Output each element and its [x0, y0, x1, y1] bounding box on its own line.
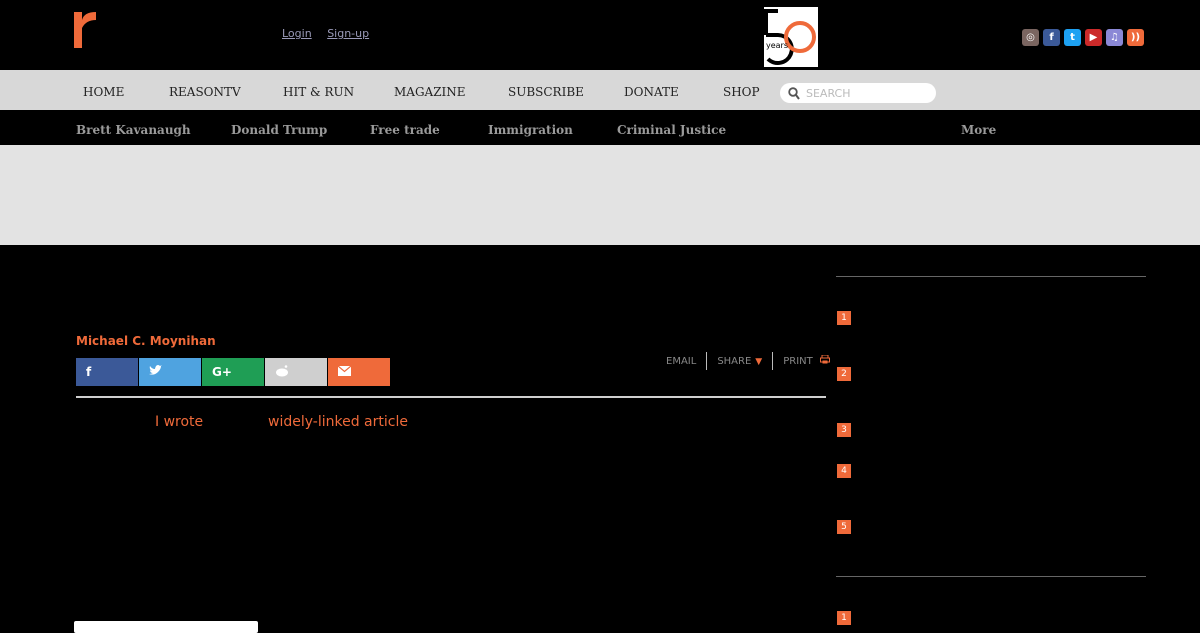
divider [772, 352, 774, 370]
nav-hit-and-run[interactable]: HIT & RUN [283, 85, 354, 99]
search-input[interactable]: SEARCH [780, 83, 936, 103]
search-icon [788, 86, 800, 105]
nav-donate[interactable]: DONATE [624, 85, 679, 99]
twitter-icon [149, 365, 162, 379]
nav-reasontv[interactable]: REASONTV [169, 85, 241, 99]
topic-link[interactable]: Free trade [370, 123, 440, 137]
itunes-icon[interactable]: ♫ [1106, 29, 1123, 46]
print-label: PRINT [783, 356, 813, 367]
signup-link[interactable]: Sign-up [327, 27, 369, 40]
main-nav: HOME REASONTV HIT & RUN MAGAZINE SUBSCRI… [0, 70, 1200, 110]
topic-link[interactable]: Criminal Justice [617, 123, 726, 137]
share-dropdown[interactable]: SHARE ▼ [717, 356, 762, 367]
sidebar-rank-badge: 5 [837, 520, 851, 534]
twitter-share-button[interactable] [139, 358, 201, 386]
facebook-icon[interactable]: f [1043, 29, 1060, 46]
top-bar: Login Sign-up years ◎ f t ▶ ♫)) [0, 0, 1200, 70]
sidebar-rank-badge: 4 [837, 464, 851, 478]
google-plus-share-button[interactable]: G+ [202, 358, 264, 386]
author-byline[interactable]: Michael C. Moynihan [76, 334, 216, 348]
share-buttons: f G+ [76, 358, 391, 386]
article-tools: EMAIL SHARE ▼ PRINT [666, 352, 830, 370]
sidebar-divider [836, 576, 1146, 577]
share-label: SHARE [717, 355, 752, 367]
sidebar-rank-badge: 1 [837, 611, 851, 625]
print-link[interactable]: PRINT [783, 354, 830, 367]
sidebar-rank-badge: 3 [837, 423, 851, 437]
youtube-icon[interactable]: ▶ [1085, 29, 1102, 46]
nav-magazine[interactable]: MAGAZINE [394, 85, 466, 99]
reddit-icon [275, 364, 289, 380]
nav-subscribe[interactable]: SUBSCRIBE [508, 85, 584, 99]
nav-home[interactable]: HOME [83, 85, 124, 99]
topic-link[interactable]: Donald Trump [231, 123, 327, 137]
topic-more-link[interactable]: More [961, 123, 996, 137]
article-link[interactable]: widely-linked article [268, 414, 408, 430]
topic-bar: Brett Kavanaugh Donald Trump Free trade … [0, 110, 1200, 145]
sidebar-rank-badge: 2 [837, 367, 851, 381]
twitter-icon[interactable]: t [1064, 29, 1081, 46]
facebook-share-button[interactable]: f [76, 358, 138, 386]
envelope-icon [337, 365, 352, 379]
anniversary-badge[interactable]: years [764, 7, 818, 67]
sidebar-divider [836, 276, 1146, 277]
printer-icon [819, 354, 830, 367]
sidebar-rank-badge: 1 [837, 311, 851, 325]
google-plus-icon: G+ [212, 365, 232, 379]
ad-banner [0, 145, 1200, 245]
divider [706, 352, 708, 370]
facebook-icon: f [86, 365, 92, 379]
rss-icon[interactable]: )) [1127, 29, 1144, 46]
nav-shop[interactable]: SHOP [723, 85, 760, 99]
social-links: ◎ f t ▶ ♫)) [1022, 29, 1144, 46]
article-divider [76, 396, 826, 398]
instagram-icon[interactable]: ◎ [1022, 29, 1039, 46]
login-link[interactable]: Login [282, 27, 312, 40]
anniversary-years-text: years [766, 41, 789, 50]
caret-down-icon: ▼ [755, 356, 763, 367]
email-link[interactable]: EMAIL [666, 356, 696, 367]
auth-links: Login Sign-up [282, 27, 381, 40]
email-share-button[interactable] [328, 358, 390, 386]
reason-logo[interactable] [74, 10, 98, 48]
article-link[interactable]: I wrote [155, 414, 203, 430]
topic-link[interactable]: Brett Kavanaugh [76, 123, 191, 137]
topic-link[interactable]: Immigration [488, 123, 573, 137]
reddit-share-button[interactable] [265, 358, 327, 386]
bottom-card [74, 621, 258, 633]
search-placeholder: SEARCH [806, 87, 851, 100]
